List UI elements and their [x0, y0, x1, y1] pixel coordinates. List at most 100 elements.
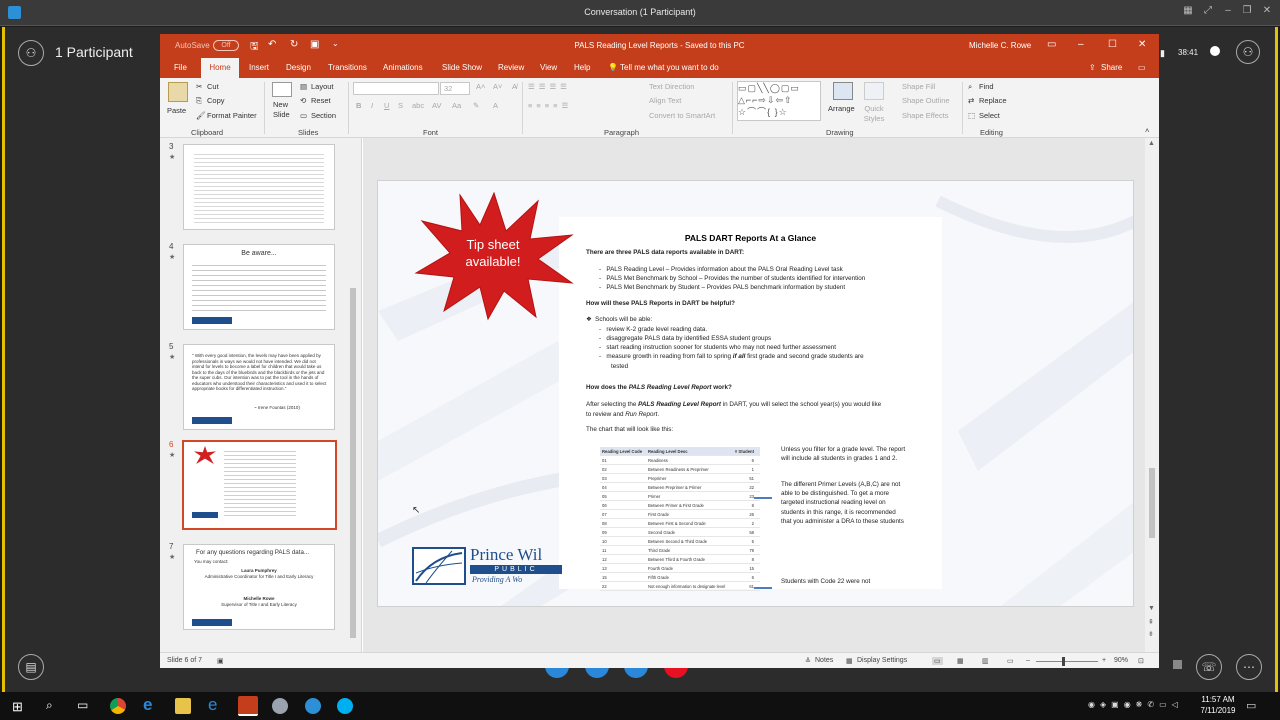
add-participant-icon[interactable]: ⚇: [1236, 40, 1260, 64]
reading-view-icon[interactable]: ▥: [982, 657, 989, 665]
decrease-font-icon[interactable]: A˅: [493, 82, 502, 91]
font-color-icon[interactable]: A: [493, 101, 498, 110]
display-settings-button[interactable]: Display Settings: [857, 657, 907, 664]
convert-smartart-button[interactable]: Convert to SmartArt: [649, 111, 715, 120]
shape-effects-button[interactable]: Shape Effects: [902, 111, 949, 120]
stop-icon[interactable]: [1173, 660, 1182, 669]
arrange-icon[interactable]: [833, 82, 853, 100]
file-explorer-icon[interactable]: [175, 698, 191, 714]
slide-thumbnail-5[interactable]: " With every good intention, the levels …: [183, 344, 335, 430]
collapse-ribbon-icon[interactable]: ˄: [1145, 126, 1149, 135]
chat-icon[interactable]: ▤: [18, 654, 44, 680]
replace-button[interactable]: Replace: [979, 96, 1007, 105]
quick-styles-icon[interactable]: [864, 82, 884, 100]
quick-styles-button[interactable]: Quick Styles: [860, 104, 888, 124]
align-icons[interactable]: ≡≡≡≡☰: [528, 101, 572, 110]
strikethrough-icon[interactable]: abc: [412, 101, 424, 110]
italic-icon[interactable]: I: [371, 101, 373, 110]
skype-business-icon[interactable]: [305, 698, 321, 714]
tab-help[interactable]: Help: [574, 63, 590, 72]
zoom-slider-handle[interactable]: [1062, 657, 1065, 666]
section-button[interactable]: Section: [311, 111, 336, 120]
tab-home[interactable]: Home: [201, 58, 239, 78]
spell-check-icon[interactable]: ▣: [217, 657, 224, 665]
font-size-box[interactable]: 32: [440, 82, 470, 95]
tab-transitions[interactable]: Transitions: [328, 63, 367, 72]
shapes-gallery[interactable]: ▭▢╲╲◯▢▭ △⌐⌐⇨⇩⇦⇧ ☆⌒⌒{ }☆: [737, 81, 821, 121]
new-slide-icon[interactable]: [272, 82, 292, 97]
participants-icon[interactable]: ⚇: [18, 40, 44, 66]
change-case-icon[interactable]: Aa: [452, 101, 461, 110]
zoom-out-icon[interactable]: –: [1026, 657, 1030, 664]
font-name-box[interactable]: [353, 82, 439, 95]
notes-button[interactable]: Notes: [815, 657, 833, 664]
previous-slide-icon[interactable]: ⇞: [1148, 618, 1154, 626]
ribbon-display-icon[interactable]: ▭: [1047, 39, 1056, 50]
share-button[interactable]: Share: [1101, 63, 1122, 72]
more-options-icon[interactable]: ⋯: [1236, 654, 1262, 680]
text-direction-button[interactable]: Text Direction: [649, 82, 694, 91]
bold-icon[interactable]: B: [356, 101, 361, 110]
tab-view[interactable]: View: [540, 63, 557, 72]
slide-scroll-thumb[interactable]: [1149, 468, 1155, 538]
zoom-in-icon[interactable]: +: [1102, 657, 1106, 664]
align-text-button[interactable]: Align Text: [649, 96, 681, 105]
underline-icon[interactable]: U: [384, 101, 389, 110]
arrange-button[interactable]: Arrange: [828, 104, 855, 113]
layout-button[interactable]: Layout: [311, 82, 334, 91]
maximize-button[interactable]: ❐: [1239, 5, 1255, 19]
format-painter-button[interactable]: Format Painter: [207, 111, 257, 120]
slide-sorter-icon[interactable]: ▦: [957, 657, 964, 665]
taskbar-clock[interactable]: 11:57 AM 7/11/2019: [1195, 694, 1241, 716]
next-slide-icon[interactable]: ⇟: [1148, 630, 1154, 638]
find-button[interactable]: Find: [979, 82, 994, 91]
scroll-up-icon[interactable]: ▲: [1148, 140, 1155, 147]
slide-thumbnail-4[interactable]: Be aware...: [183, 244, 335, 330]
minimize-button[interactable]: –: [1220, 5, 1236, 19]
layout-icon[interactable]: ▦: [1180, 5, 1196, 19]
slide-show-icon[interactable]: ▭: [1007, 657, 1014, 665]
paste-button[interactable]: Paste: [167, 106, 186, 115]
list-icons[interactable]: ☰☰☰☰: [528, 82, 571, 91]
tab-review[interactable]: Review: [498, 63, 524, 72]
tab-animations[interactable]: Animations: [383, 63, 423, 72]
reset-button[interactable]: Reset: [311, 96, 331, 105]
char-spacing-icon[interactable]: AV: [432, 101, 441, 110]
edge-icon[interactable]: e: [208, 695, 217, 715]
user-name[interactable]: Michelle C. Rowe: [969, 41, 1031, 50]
notifications-icon[interactable]: ▭: [1246, 699, 1256, 712]
current-slide[interactable]: PALS DART Reports At a Glance There are …: [377, 180, 1134, 607]
highlight-icon[interactable]: ✎: [473, 101, 479, 110]
ppt-close-button[interactable]: ✕: [1138, 39, 1146, 50]
close-button[interactable]: ✕: [1259, 5, 1275, 19]
clear-format-icon[interactable]: A̸: [512, 82, 517, 91]
shape-outline-button[interactable]: Shape Outline: [902, 96, 950, 105]
fullscreen-icon[interactable]: ⤢: [1200, 5, 1216, 19]
system-tray-icons[interactable]: ◉◈▣◉❋✆▭◁: [1088, 700, 1183, 709]
comments-icon[interactable]: ▭: [1138, 63, 1146, 72]
call-quality-icon[interactable]: ☏: [1196, 654, 1222, 680]
tell-me-box[interactable]: Tell me what you want to do: [620, 63, 719, 72]
select-button[interactable]: Select: [979, 111, 1000, 120]
slide-thumbnail-6[interactable]: [182, 440, 337, 530]
skype-icon[interactable]: [337, 698, 353, 714]
app-icon[interactable]: [272, 698, 288, 714]
slide-thumbnail-7[interactable]: For any questions regarding PALS data...…: [183, 544, 335, 630]
tab-insert[interactable]: Insert: [249, 63, 269, 72]
slide-scrollbar[interactable]: ▲ ▼ ⇞ ⇟: [1145, 138, 1159, 652]
chrome-icon[interactable]: [110, 698, 126, 714]
shadow-icon[interactable]: S: [398, 101, 403, 110]
start-icon[interactable]: ⊞: [12, 699, 23, 715]
shape-fill-button[interactable]: Shape Fill: [902, 82, 935, 91]
normal-view-icon[interactable]: ▭: [932, 657, 943, 665]
paste-icon[interactable]: [168, 82, 188, 102]
tab-file[interactable]: File: [174, 63, 187, 72]
scroll-down-icon[interactable]: ▼: [1148, 605, 1155, 612]
zoom-slider[interactable]: [1036, 661, 1098, 662]
tab-slide-show[interactable]: Slide Show: [442, 63, 482, 72]
task-view-icon[interactable]: ▭: [77, 698, 88, 712]
zoom-level[interactable]: 90%: [1114, 657, 1128, 664]
search-icon[interactable]: ⌕: [46, 698, 53, 713]
increase-font-icon[interactable]: A˄: [476, 82, 485, 91]
ie-icon[interactable]: e: [143, 695, 152, 715]
